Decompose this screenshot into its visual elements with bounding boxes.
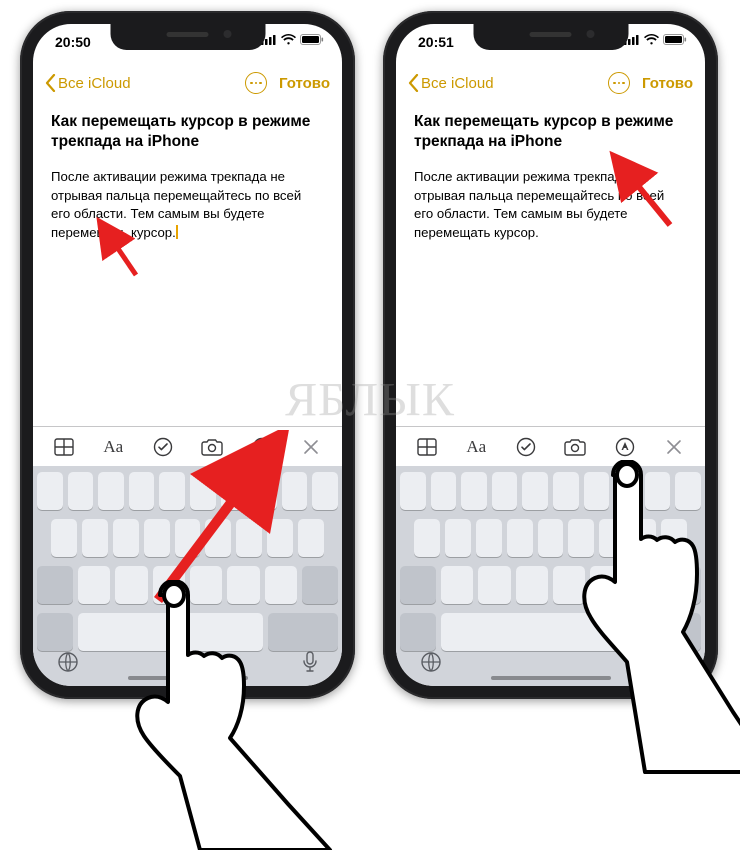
note-text: После активации режима трекпада не отрыв… (414, 168, 687, 242)
notch (110, 24, 265, 50)
text-format-button[interactable]: Aa (463, 434, 489, 460)
home-indicator[interactable] (128, 676, 248, 680)
phone-right: 20:51 Все iCloud Готово Как перемещать к… (383, 11, 718, 699)
wifi-icon (281, 34, 296, 45)
keyboard-trackpad[interactable] (396, 466, 705, 686)
close-toolbar-button[interactable] (661, 434, 687, 460)
note-editor[interactable]: Как перемещать курсор в режиме трекпада … (396, 112, 705, 242)
markup-icon (252, 437, 272, 457)
note-title: Как перемещать курсор в режиме трекпада … (51, 112, 324, 152)
table-button[interactable] (414, 434, 440, 460)
status-time: 20:50 (55, 34, 91, 50)
watermark: ЯБЛЫК (285, 373, 455, 428)
chevron-left-icon (408, 74, 419, 92)
more-button[interactable] (608, 72, 630, 94)
nav-bar: Все iCloud Готово (33, 64, 342, 102)
globe-icon (57, 651, 79, 673)
back-label: Все iCloud (421, 75, 494, 92)
note-text: После активации режима трекпада не отрыв… (51, 168, 324, 242)
format-toolbar: Aa (396, 426, 705, 466)
camera-button[interactable] (199, 434, 225, 460)
checklist-icon (153, 437, 173, 457)
globe-icon (420, 651, 442, 673)
screen: 20:50 Все iCloud Готово Как перемещать к… (33, 24, 342, 686)
dictation-button[interactable] (302, 651, 318, 678)
dictation-button[interactable] (665, 651, 681, 678)
mic-icon (665, 651, 681, 673)
table-icon (54, 438, 74, 456)
status-icons (624, 34, 687, 45)
checklist-icon (516, 437, 536, 457)
done-button[interactable]: Готово (642, 75, 693, 92)
home-indicator[interactable] (491, 676, 611, 680)
note-title: Как перемещать курсор в режиме трекпада … (414, 112, 687, 152)
checklist-button[interactable] (513, 434, 539, 460)
close-icon (666, 439, 682, 455)
status-icons (261, 34, 324, 45)
back-label: Все iCloud (58, 75, 131, 92)
battery-icon (300, 34, 324, 45)
battery-icon (663, 34, 687, 45)
camera-icon (201, 438, 223, 456)
note-editor[interactable]: Как перемещать курсор в режиме трекпада … (33, 112, 342, 242)
close-toolbar-button[interactable] (298, 434, 324, 460)
nav-bar: Все iCloud Готово (396, 64, 705, 102)
wifi-icon (644, 34, 659, 45)
chevron-left-icon (45, 74, 56, 92)
back-button[interactable]: Все iCloud (45, 74, 131, 92)
more-button[interactable] (245, 72, 267, 94)
status-time: 20:51 (418, 34, 454, 50)
keyboard-trackpad[interactable] (33, 466, 342, 686)
markup-icon (615, 437, 635, 457)
notch (473, 24, 628, 50)
more-icon (250, 82, 262, 85)
camera-icon (564, 438, 586, 456)
more-icon (613, 82, 625, 85)
markup-button[interactable] (249, 434, 275, 460)
globe-button[interactable] (420, 651, 442, 678)
mic-icon (302, 651, 318, 673)
markup-button[interactable] (612, 434, 638, 460)
globe-button[interactable] (57, 651, 79, 678)
close-icon (303, 439, 319, 455)
screen: 20:51 Все iCloud Готово Как перемещать к… (396, 24, 705, 686)
camera-button[interactable] (562, 434, 588, 460)
format-toolbar: Aa (33, 426, 342, 466)
table-icon (417, 438, 437, 456)
checklist-button[interactable] (150, 434, 176, 460)
phone-left: 20:50 Все iCloud Готово Как перемещать к… (20, 11, 355, 699)
text-format-button[interactable]: Aa (100, 434, 126, 460)
back-button[interactable]: Все iCloud (408, 74, 494, 92)
done-button[interactable]: Готово (279, 75, 330, 92)
table-button[interactable] (51, 434, 77, 460)
text-cursor (176, 225, 178, 239)
